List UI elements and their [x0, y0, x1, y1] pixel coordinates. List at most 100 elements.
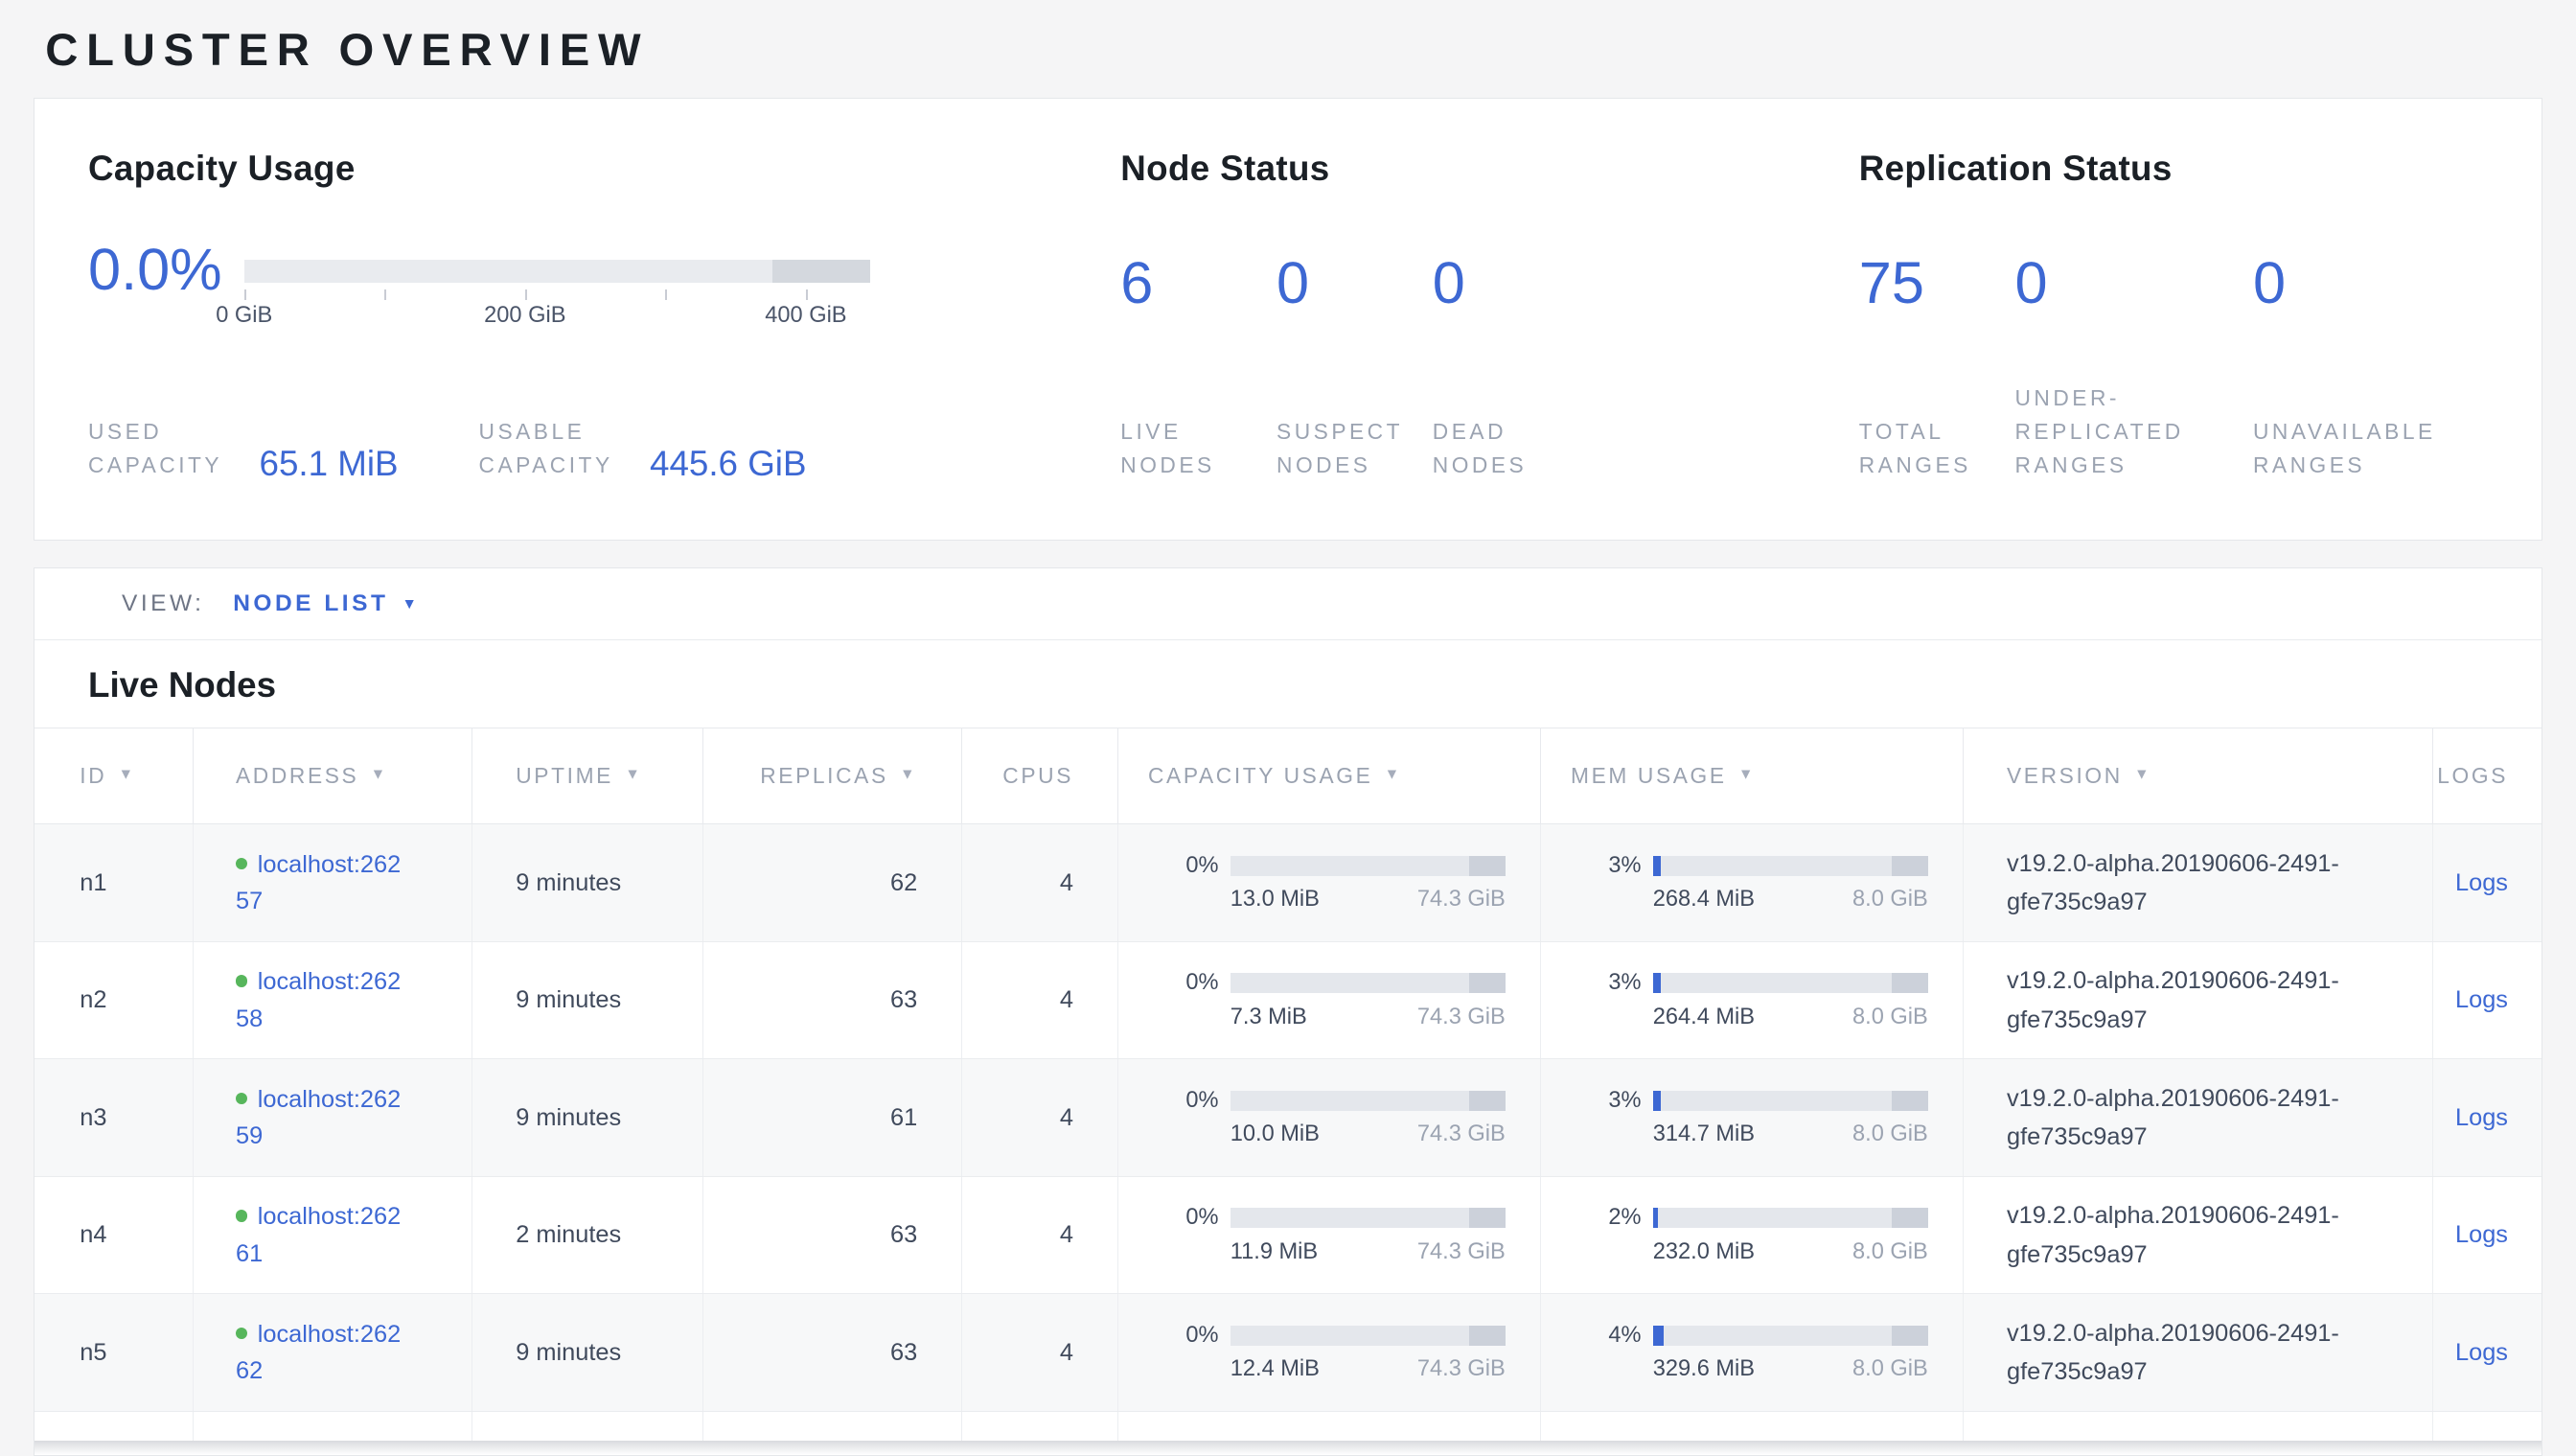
column-header-replicas[interactable]: REPLICAS ▼ [703, 728, 962, 824]
node-uptime-cell: 9 minutes [472, 1294, 704, 1411]
capacity-usage-bar [1230, 1326, 1506, 1346]
live-nodes-label: LIVE NODES [1120, 415, 1265, 482]
node-cpus-cell: 4 [962, 1294, 1118, 1411]
node-live-status-icon [236, 858, 247, 869]
node-logs-cell: Logs [2433, 824, 2542, 941]
table-row: n3 localhost:26259 9 minutes 61 4 0% 10.… [34, 1059, 2542, 1177]
node-id-cell: n1 [34, 824, 194, 941]
node-capacity-usage-cell: 0% 10.0 MiB 74.3 GiB [1118, 1059, 1541, 1176]
table-row: n5 localhost:26262 9 minutes 63 4 0% 12.… [34, 1294, 2542, 1412]
column-header-mem-usage[interactable]: MEM USAGE ▼ [1541, 728, 1964, 824]
axis-tick [806, 289, 808, 300]
page-title: CLUSTER OVERVIEW [45, 24, 2542, 78]
mem-bar-fill [1653, 1208, 1659, 1228]
table-row-partial [34, 1412, 2542, 1441]
dead-nodes-count: 0 [1433, 251, 1589, 315]
scroll-shadow [34, 1441, 2542, 1456]
mem-total-value: 8.0 GiB [1852, 1005, 1928, 1030]
suspect-nodes-label: SUSPECT NODES [1276, 415, 1421, 482]
node-address-link[interactable]: localhost:26258 [236, 968, 401, 1032]
axis-tick [244, 289, 246, 300]
total-ranges-count: 75 [1859, 251, 2015, 315]
suspect-nodes-count: 0 [1276, 251, 1433, 315]
node-address-link[interactable]: localhost:26261 [236, 1203, 401, 1267]
logs-link[interactable]: Logs [2455, 1104, 2508, 1132]
capacity-used-percent: 0.0% [88, 238, 244, 302]
mem-usage-bar [1653, 856, 1928, 876]
unavailable-label: UNAVAILABLE RANGES [2253, 415, 2474, 482]
mem-bar-fill [1653, 973, 1662, 993]
live-nodes-count: 6 [1120, 251, 1276, 315]
capacity-percent: 0% [1148, 1205, 1219, 1231]
column-header-address[interactable]: ADDRESS ▼ [194, 728, 472, 824]
total-ranges-stat: 75 TOTAL RANGES [1859, 251, 2015, 483]
table-header-row: ID ▼ ADDRESS ▼ UPTIME ▼ REPLICAS ▼ CPUS [34, 728, 2542, 825]
node-version-cell: v19.2.0-alpha.20190606-2491-gfe735c9a97 [1964, 1059, 2433, 1176]
view-dropdown[interactable]: NODE LIST ▼ [233, 590, 417, 617]
capacity-usage-bar [1230, 856, 1506, 876]
view-dropdown-value: NODE LIST [233, 590, 388, 617]
mem-total-value: 8.0 GiB [1852, 887, 1928, 913]
capacity-total-value: 74.3 GiB [1417, 1121, 1506, 1147]
axis-tick-label: 0 GiB [216, 303, 272, 329]
mem-percent: 3% [1571, 970, 1642, 996]
node-replicas-cell: 61 [703, 1059, 962, 1176]
node-replicas-cell: 63 [703, 1294, 962, 1411]
mem-percent: 3% [1571, 1088, 1642, 1114]
capacity-usage-bar [1230, 973, 1506, 993]
node-capacity-usage-cell: 0% 13.0 MiB 74.3 GiB [1118, 824, 1541, 941]
node-live-status-icon [236, 1210, 247, 1221]
logs-link[interactable]: Logs [2455, 869, 2508, 897]
node-logs-cell: Logs [2433, 1294, 2542, 1411]
sort-down-icon: ▼ [2134, 766, 2151, 783]
mem-percent: 2% [1571, 1205, 1642, 1231]
column-header-cpus[interactable]: CPUS [962, 728, 1118, 824]
capacity-used-value: 13.0 MiB [1230, 887, 1320, 913]
capacity-bar-chart: 0 GiB 200 GiB 400 GiB [244, 260, 870, 302]
mem-bar-fill [1653, 856, 1662, 876]
axis-tick-label: 200 GiB [484, 303, 565, 329]
mem-used-value: 329.6 MiB [1653, 1356, 1755, 1382]
under-replicated-ranges-stat: 0 UNDER-REPLICATED RANGES [2015, 251, 2254, 483]
logs-link[interactable]: Logs [2455, 1339, 2508, 1367]
column-header-capacity-usage[interactable]: CAPACITY USAGE ▼ [1118, 728, 1541, 824]
logs-link[interactable]: Logs [2455, 986, 2508, 1014]
unavailable-count: 0 [2253, 251, 2488, 315]
axis-tick-label: 400 GiB [765, 303, 846, 329]
mem-used-value: 232.0 MiB [1653, 1239, 1755, 1265]
node-address-cell: localhost:26261 [194, 1177, 472, 1294]
node-address-cell: localhost:26258 [194, 942, 472, 1059]
column-header-version[interactable]: VERSION ▼ [1964, 728, 2433, 824]
node-id-cell: n2 [34, 942, 194, 1059]
capacity-bar-track [244, 260, 870, 284]
axis-tick [525, 289, 527, 300]
capacity-percent: 0% [1148, 1088, 1219, 1114]
node-cpus-cell: 4 [962, 1059, 1118, 1176]
capacity-used-value: 11.9 MiB [1230, 1239, 1318, 1265]
dead-nodes-label: DEAD NODES [1433, 415, 1577, 482]
node-address-link[interactable]: localhost:26259 [236, 1086, 401, 1150]
node-mem-usage-cell: 3% 264.4 MiB 8.0 GiB [1541, 942, 1964, 1059]
node-address-link[interactable]: localhost:26262 [236, 1321, 401, 1385]
mem-bar-fill [1653, 1326, 1664, 1346]
logs-link[interactable]: Logs [2455, 1221, 2508, 1249]
node-version-cell: v19.2.0-alpha.20190606-2491-gfe735c9a97 [1964, 1177, 2433, 1294]
capacity-usage-bar [1230, 1091, 1506, 1111]
view-label: VIEW: [122, 590, 204, 617]
node-uptime-cell: 9 minutes [472, 942, 704, 1059]
column-header-uptime[interactable]: UPTIME ▼ [472, 728, 704, 824]
chevron-down-icon: ▼ [402, 596, 417, 613]
node-address-cell: localhost:26257 [194, 824, 472, 941]
mem-usage-bar [1653, 1326, 1928, 1346]
node-logs-cell: Logs [2433, 942, 2542, 1059]
capacity-used-value: 12.4 MiB [1230, 1356, 1320, 1382]
sort-down-icon: ▼ [625, 766, 642, 783]
mem-percent: 3% [1571, 853, 1642, 879]
capacity-total-value: 74.3 GiB [1417, 1356, 1506, 1382]
node-live-status-icon [236, 975, 247, 986]
node-id-cell: n4 [34, 1177, 194, 1294]
sort-down-icon: ▼ [1385, 766, 1402, 783]
column-header-id[interactable]: ID ▼ [34, 728, 194, 824]
node-address-link[interactable]: localhost:26257 [236, 851, 401, 915]
node-capacity-usage-cell: 0% 12.4 MiB 74.3 GiB [1118, 1294, 1541, 1411]
